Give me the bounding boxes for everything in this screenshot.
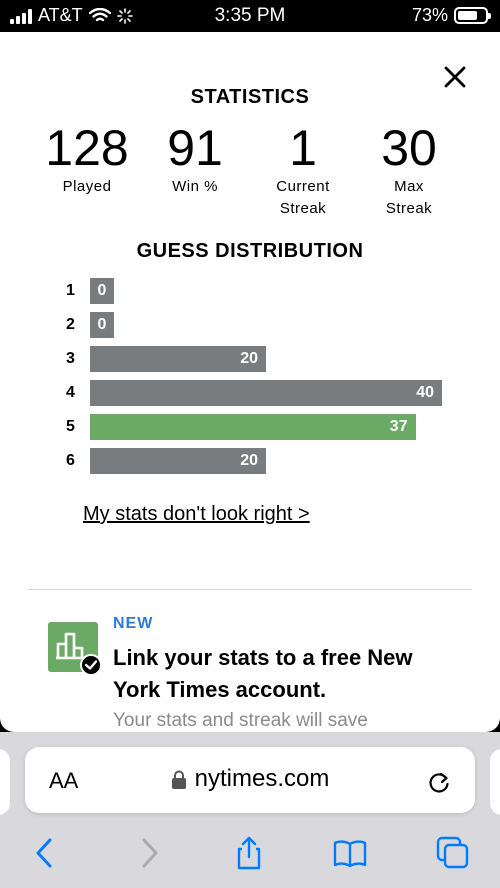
distribution-bar: 37 [90,414,416,440]
next-tab-peek[interactable] [490,749,500,815]
distribution-bar: 20 [90,448,266,474]
address-bar[interactable]: AA nytimes.com [25,747,475,813]
distribution-bar: 0 [90,278,114,304]
reload-icon[interactable] [425,768,453,796]
guess-number: 1 [66,282,75,299]
guess-distribution-chart: 1 0 2 0 3 20 4 40 5 37 6 20 [66,274,456,478]
modal-title: STATISTICS [190,86,310,108]
stat-value: 91 [167,120,223,176]
chevron-left-icon[interactable] [28,836,62,870]
promo-title[interactable]: Link your stats to a free New York Times… [113,642,453,706]
stat-label: Max Streak [354,176,464,220]
stat-label-line: Played [62,178,112,195]
guess-number: 2 [66,316,75,333]
status-bar: AT&T 3:35 PM 73% [0,0,500,32]
stat-label: Current Streak [248,176,358,220]
stat-label: Win % [140,176,250,198]
stat-label: Played [32,176,142,198]
stat-max-streak: 30 Max Streak [354,120,464,220]
distribution-row: 20 [66,308,456,342]
tabs-icon[interactable] [436,836,470,870]
check-badge-icon [80,654,102,676]
distribution-row: 6 20 [66,444,456,478]
previous-tab-peek[interactable] [0,749,10,815]
stat-label-line: Win % [172,178,218,195]
stats-feedback-link[interactable]: My stats don't look right > [83,503,310,526]
battery-fill [458,11,477,20]
stat-label-line: Streak [279,200,327,217]
distribution-row: 3 20 [66,342,456,376]
stat-label-line: Max [394,178,424,195]
guess-number: 3 [66,350,75,367]
navigation-toolbar [0,832,500,882]
lock-icon [171,770,186,789]
stat-value: 1 [289,120,317,176]
book-icon[interactable] [333,836,367,870]
distribution-row: 4 40 [66,376,456,410]
stat-value: 30 [381,120,437,176]
chevron-right-icon[interactable] [132,836,166,870]
stat-label-line: Streak [385,200,433,217]
browser-toolbar: AA nytimes.com [0,732,500,888]
stat-win-percent: 91 Win % [140,120,250,198]
guess-number: 6 [66,452,75,469]
distribution-bar: 0 [90,312,114,338]
url-display[interactable]: nytimes.com [25,765,475,793]
guess-number: 4 [66,384,75,401]
stat-played: 128 Played [32,120,142,198]
statistics-modal: STATISTICS 128 Played 91 Win % 1 Current… [0,32,500,732]
promo-body: Your stats and streak will save [113,710,368,731]
new-badge: NEW [113,615,154,632]
distribution-bar: 40 [90,380,442,406]
divider [28,589,472,590]
distribution-row: 10 [66,274,456,308]
distribution-bar: 20 [90,346,266,372]
stat-value: 128 [45,120,129,176]
guess-distribution-title: GUESS DISTRIBUTION [136,240,364,262]
stat-current-streak: 1 Current Streak [248,120,358,220]
share-icon[interactable] [232,836,266,870]
url-text: nytimes.com [194,765,330,792]
battery-icon [454,7,491,24]
guess-number: 5 [66,418,75,435]
battery-percent: 73% [411,5,448,25]
distribution-row: 5 37 [66,410,456,444]
status-right: 73% [411,5,491,26]
stat-label-line: Current [276,178,330,195]
